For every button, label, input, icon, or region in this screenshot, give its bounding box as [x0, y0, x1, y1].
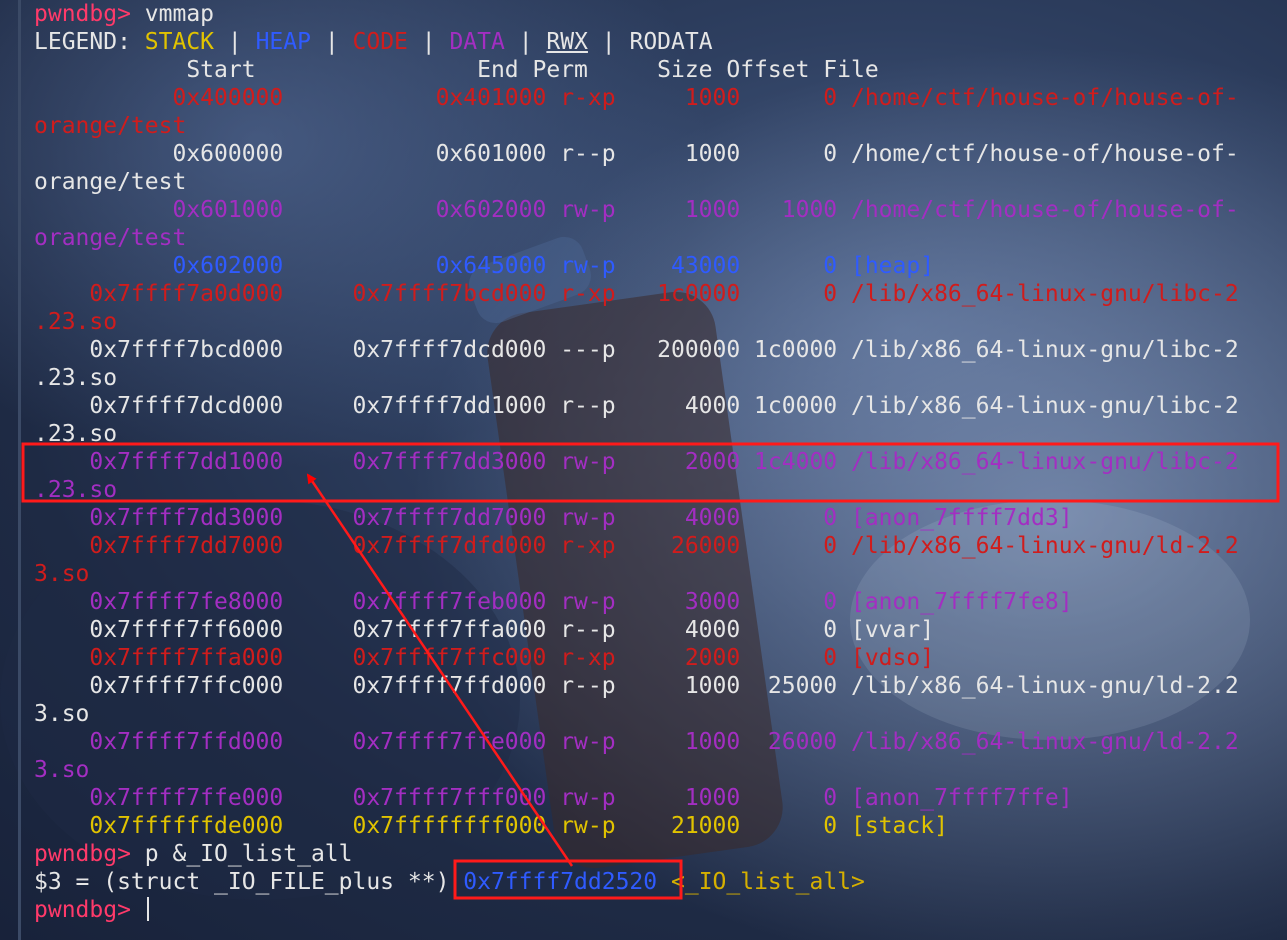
vmmap-row: orange/test: [34, 169, 187, 195]
prompt: pwndbg>: [34, 897, 145, 923]
legend-separator: |: [310, 29, 353, 55]
command-text: p &_IO_list_all: [144, 841, 353, 867]
legend-heap: HEAP: [255, 29, 311, 55]
vmmap-row: 0x600000 0x601000 r--p 1000 0 /home/ctf/…: [34, 141, 1239, 167]
terminal-left-border: [18, 0, 21, 940]
vmmap-row: 0x7ffff7fe8000 0x7ffff7feb000 rw-p 3000 …: [34, 589, 1073, 615]
print-result-prefix: $3 = (struct _IO_FILE_plus **): [34, 869, 464, 895]
vmmap-row: 0x602000 0x645000 rw-p 43000 0 [heap]: [34, 253, 935, 279]
legend-line: LEGEND: STACK | HEAP | CODE | DATA | RWX…: [34, 28, 1239, 56]
legend-stack: STACK: [144, 29, 215, 55]
legend-rwx: RWX: [546, 29, 588, 55]
prompt: pwndbg>: [34, 841, 145, 867]
text-cursor: [146, 897, 149, 921]
vmmap-row: 0x7ffffffde000 0x7ffffffff000 rw-p 21000…: [34, 813, 948, 839]
vmmap-row: 3.so: [34, 757, 90, 783]
vmmap-row: 0x7ffff7ffa000 0x7ffff7ffc000 r-xp 2000 …: [34, 645, 935, 671]
command-text: vmmap: [144, 1, 215, 27]
vmmap-row: 0x400000 0x401000 r-xp 1000 0 /home/ctf/…: [34, 85, 1239, 111]
vmmap-table: 0x400000 0x401000 r-xp 1000 0 /home/ctf/…: [34, 84, 1239, 840]
vmmap-row: orange/test: [34, 225, 187, 251]
vmmap-row: 0x7ffff7a0d000 0x7ffff7bcd000 r-xp 1c000…: [34, 281, 1239, 307]
command-line-vmmap: pwndbg> vmmap: [34, 0, 1239, 28]
vmmap-row: 0x601000 0x602000 rw-p 1000 1000 /home/c…: [34, 197, 1239, 223]
vmmap-row: 0x7ffff7bcd000 0x7ffff7dcd000 ---p 20000…: [34, 337, 1239, 363]
vmmap-row: 0x7ffff7ff6000 0x7ffff7ffa000 r--p 4000 …: [34, 617, 935, 643]
command-line-current[interactable]: pwndbg>: [34, 896, 1239, 924]
legend-separator: |: [407, 29, 450, 55]
vmmap-row: 0x7ffff7ffe000 0x7ffff7fff000 rw-p 1000 …: [34, 785, 1073, 811]
vmmap-row: 0x7ffff7ffd000 0x7ffff7ffe000 rw-p 1000 …: [34, 729, 1239, 755]
vmmap-row: 0x7ffff7dd7000 0x7ffff7dfd000 r-xp 26000…: [34, 533, 1239, 559]
legend-label: LEGEND:: [34, 29, 145, 55]
vmmap-row: 0x7ffff7dd1000 0x7ffff7dd3000 rw-p 2000 …: [34, 449, 1239, 475]
vmmap-header: Start End Perm Size Offset File: [34, 57, 879, 83]
vmmap-row: orange/test: [34, 113, 187, 139]
io-list-all-symbol: <_IO_list_all>: [671, 869, 865, 895]
vmmap-row: 3.so: [34, 701, 90, 727]
vmmap-row: 0x7ffff7dcd000 0x7ffff7dd1000 r--p 4000 …: [34, 393, 1239, 419]
print-result-line: $3 = (struct _IO_FILE_plus **) 0x7ffff7d…: [34, 868, 1239, 896]
io-list-all-address[interactable]: 0x7ffff7dd2520: [463, 869, 657, 895]
vmmap-row: .23.so: [34, 421, 118, 447]
vmmap-row: .23.so: [34, 365, 118, 391]
legend-separator: |: [504, 29, 547, 55]
vmmap-row: 3.so: [34, 561, 90, 587]
vmmap-row: .23.so: [34, 309, 118, 335]
vmmap-row: 0x7ffff7dd3000 0x7ffff7dd7000 rw-p 4000 …: [34, 505, 1073, 531]
terminal-output[interactable]: pwndbg> vmmap LEGEND: STACK | HEAP | CODE…: [34, 0, 1239, 924]
vmmap-row: 0x7ffff7ffc000 0x7ffff7ffd000 r--p 1000 …: [34, 673, 1239, 699]
legend-separator: |: [587, 29, 630, 55]
legend-code: CODE: [352, 29, 408, 55]
legend-rodata: RODATA: [629, 29, 713, 55]
command-line-print: pwndbg> p &_IO_list_all: [34, 840, 1239, 868]
legend-separator: |: [214, 29, 256, 55]
vmmap-row: .23.so: [34, 477, 118, 503]
legend-data: DATA: [449, 29, 505, 55]
prompt: pwndbg>: [34, 1, 145, 27]
print-result-space: [657, 869, 671, 895]
